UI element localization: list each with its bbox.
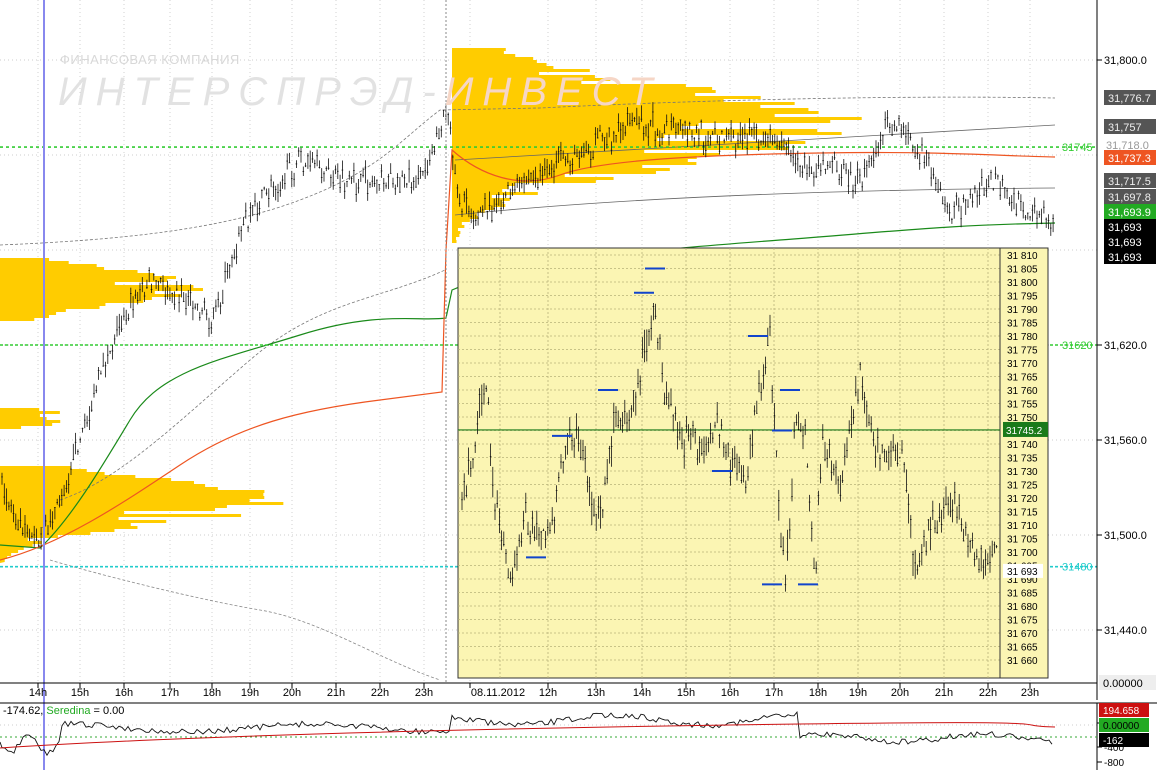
x-axis-label: 16h bbox=[115, 687, 133, 699]
x-axis: 14h 15h 16h 17h 18h 19h 20h 21h 22h 23h 08.11.2012… bbox=[0, 682, 1097, 699]
inset-y-tick-label: 31 730 bbox=[1007, 467, 1038, 478]
price-badge-label: 31,693 bbox=[1108, 222, 1142, 234]
indicator-red-line bbox=[0, 722, 1056, 749]
x-axis-label: 08.11.2012 bbox=[471, 687, 525, 699]
price-badge-label: 31,697.8 bbox=[1108, 192, 1151, 204]
inset-y-tick-label: 31 670 bbox=[1007, 629, 1038, 640]
inset-chart: 31 810 31 805 31 800 31 795 31 790 31 785 31 7… bbox=[457, 247, 1049, 679]
inset-last-value-label: 31 693 bbox=[1007, 567, 1038, 578]
price-badge-label: 31,737.3 bbox=[1108, 153, 1151, 165]
x-axis-label: 15h bbox=[71, 687, 89, 699]
inset-y-tick-label: 31 705 bbox=[1007, 535, 1038, 546]
x-axis-label: 14h bbox=[633, 687, 651, 699]
x-axis-label: 23h bbox=[415, 687, 433, 699]
inset-y-tick-label: 31 725 bbox=[1007, 481, 1038, 492]
indicator-black-line bbox=[0, 710, 1053, 757]
x-axis-label: 17h bbox=[161, 687, 179, 699]
inset-y-tick-label: 31 700 bbox=[1007, 548, 1038, 559]
inset-y-tick-label: 31 785 bbox=[1007, 319, 1038, 330]
x-axis-label: 20h bbox=[891, 687, 909, 699]
volume-profile bbox=[0, 466, 284, 563]
x-axis-label: 22h bbox=[371, 687, 389, 699]
inset-y-tick-label: 31 735 bbox=[1007, 454, 1038, 465]
x-axis-label: 13h bbox=[587, 687, 605, 699]
inset-y-tick-label: 31 675 bbox=[1007, 616, 1038, 627]
price-badge-label: 31,717.5 bbox=[1108, 176, 1151, 188]
inset-y-tick-label: 31 800 bbox=[1007, 278, 1038, 289]
trading-terminal-chart: 31745 31620 31480 31,800.0 31,620.0 31,560.0 3… bbox=[0, 0, 1157, 770]
inner-band-line bbox=[59, 269, 446, 501]
price-badge-label: 31,693 bbox=[1108, 237, 1142, 249]
x-axis-label: 21h bbox=[327, 687, 345, 699]
x-axis-label: 14h bbox=[29, 687, 47, 699]
y-axis-tick-label: 31,440.0 bbox=[1104, 625, 1147, 637]
level-line-label: 31620 bbox=[1062, 340, 1093, 352]
indicator-badge-label: -162 bbox=[1103, 736, 1123, 747]
x-axis-label: 12h bbox=[539, 687, 557, 699]
inset-y-tick-label: 31 760 bbox=[1007, 386, 1038, 397]
x-axis-label: 21h bbox=[935, 687, 953, 699]
x-axis-label: 18h bbox=[203, 687, 221, 699]
indicator-badge-label: 194.658 bbox=[1103, 706, 1140, 717]
inset-y-tick-label: 31 740 bbox=[1007, 440, 1038, 451]
inset-y-tick-label: 31 795 bbox=[1007, 292, 1038, 303]
y-axis-tick-label: 31,500.0 bbox=[1104, 530, 1147, 542]
y-axis-tick-label: 31,620.0 bbox=[1104, 340, 1147, 352]
price-chart[interactable]: 31745316203148031,800.031,620.031,560.03… bbox=[0, 0, 1157, 770]
price-badge-label: 31,757 bbox=[1108, 122, 1142, 134]
inset-y-tick-label: 31 710 bbox=[1007, 521, 1038, 532]
inset-y-tick-label: 31 790 bbox=[1007, 305, 1038, 316]
price-badge-label: 31,776.7 bbox=[1108, 93, 1151, 105]
bottom-value-label: 0.00000 bbox=[1103, 678, 1143, 690]
y-axis-tick-label: 31,560.0 bbox=[1104, 435, 1147, 447]
x-axis-label: 15h bbox=[677, 687, 695, 699]
inset-y-tick-label: 31 780 bbox=[1007, 332, 1038, 343]
inset-y-tick-label: 31 680 bbox=[1007, 602, 1038, 613]
x-axis-label: 19h bbox=[849, 687, 867, 699]
inset-y-tick-label: 31 775 bbox=[1007, 346, 1038, 357]
inset-y-tick-label: 31 770 bbox=[1007, 359, 1038, 370]
level-line-label: 31745 bbox=[1062, 142, 1093, 154]
inset-background bbox=[457, 247, 1049, 679]
x-axis-label: 23h bbox=[1021, 687, 1039, 699]
inset-y-tick-label: 31 805 bbox=[1007, 265, 1038, 276]
inset-y-tick-label: 31 765 bbox=[1007, 373, 1038, 384]
x-axis-label: 17h bbox=[765, 687, 783, 699]
indicator-panel: -174.62, Seredina = 0.00400-400-800194.6… bbox=[0, 702, 1157, 770]
indicator-legend-part: = 0.00 bbox=[90, 705, 124, 717]
level-line-label: 31480 bbox=[1062, 562, 1093, 574]
x-axis-label: 16h bbox=[721, 687, 739, 699]
x-axis-label: 22h bbox=[979, 687, 997, 699]
volume-profile bbox=[0, 258, 203, 321]
indicator-y-label: -800 bbox=[1104, 758, 1124, 769]
volume-profile bbox=[0, 408, 61, 429]
inset-y-tick-label: 31 715 bbox=[1007, 508, 1038, 519]
main-y-axis: 31,800.0 31,620.0 31,560.0 31,500.0 31,440.0… bbox=[1096, 0, 1156, 700]
inset-y-tick-label: 31 685 bbox=[1007, 589, 1038, 600]
y-axis-tick-label: 31,800.0 bbox=[1104, 55, 1147, 67]
inset-y-tick-label: 31 755 bbox=[1007, 400, 1038, 411]
price-badge-label: 31,693.9 bbox=[1108, 207, 1151, 219]
x-axis-label: 18h bbox=[809, 687, 827, 699]
x-axis-label: 19h bbox=[241, 687, 259, 699]
inset-y-tick-label: 31 665 bbox=[1007, 643, 1038, 654]
indicator-legend: -174.62, Seredina = 0.00 bbox=[3, 705, 124, 717]
indicator-legend-part: Seredina bbox=[43, 705, 91, 717]
inset-y-tick-label: 31 720 bbox=[1007, 494, 1038, 505]
price-badge-label: 31,693 bbox=[1108, 252, 1142, 264]
inset-y-tick-label: 31 810 bbox=[1007, 251, 1038, 262]
indicator-badge-label: 0.00000 bbox=[1103, 721, 1140, 732]
lower-inner-line bbox=[454, 187, 1056, 216]
volume-profile bbox=[452, 48, 862, 243]
indicator-legend-part: -174.62, bbox=[3, 705, 43, 717]
inset-badge-label: 31745.2 bbox=[1006, 426, 1043, 437]
inset-y-tick-label: 31 660 bbox=[1007, 656, 1038, 667]
x-axis-label: 20h bbox=[283, 687, 301, 699]
lower-band-line bbox=[49, 559, 441, 681]
